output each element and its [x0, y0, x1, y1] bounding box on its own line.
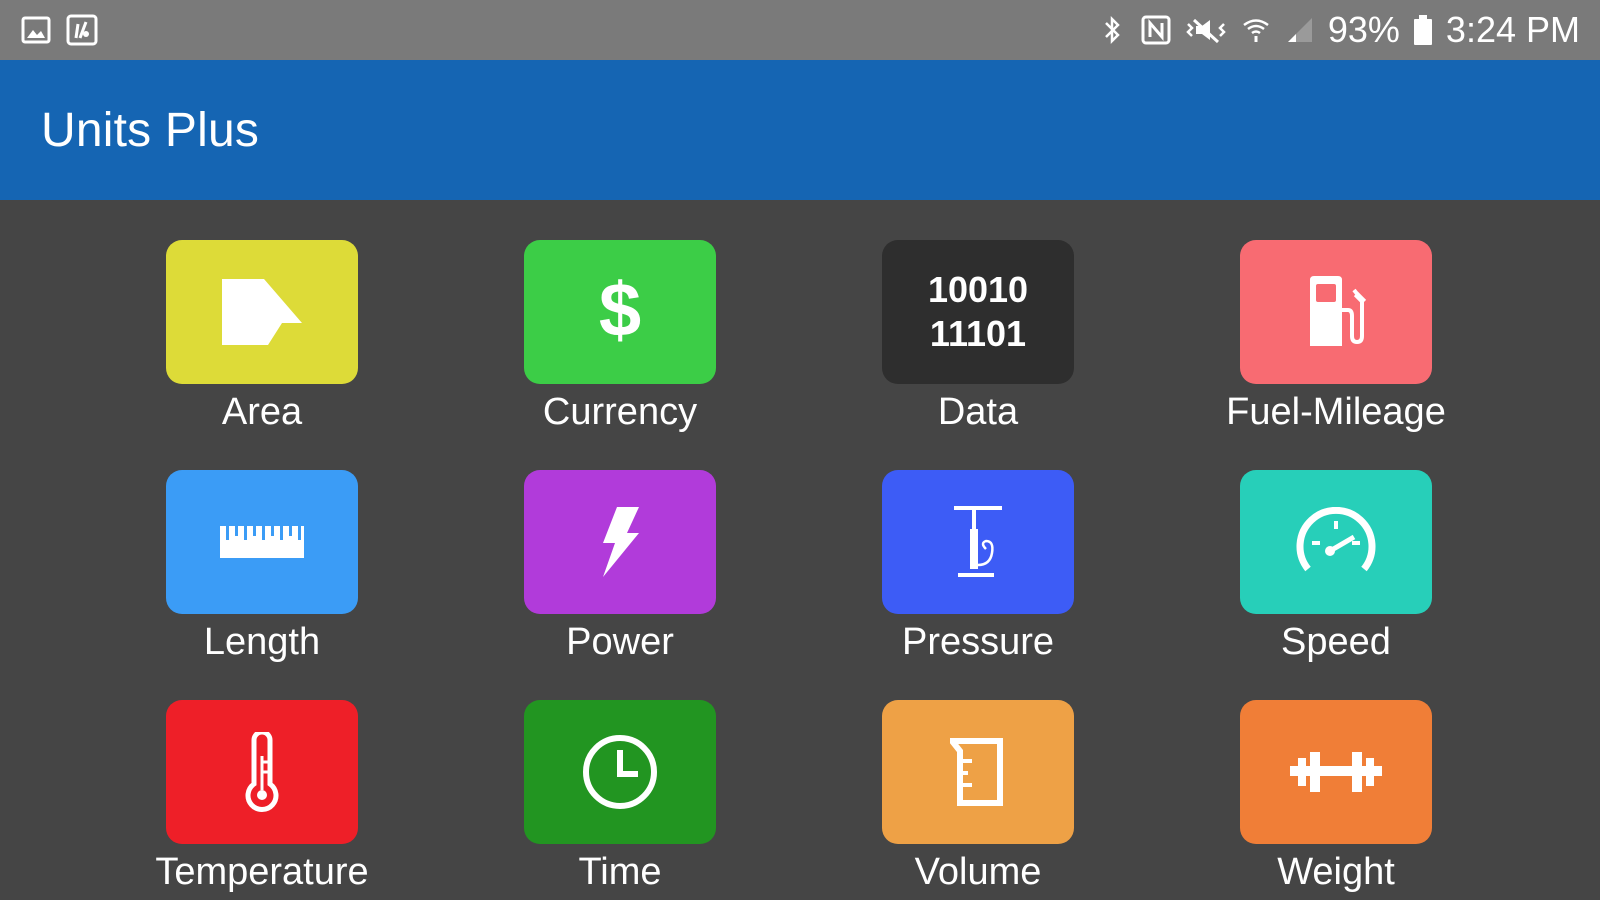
tile-currency[interactable]: $ Currency: [470, 240, 770, 434]
tile-area-label: Area: [221, 391, 303, 433]
status-left: [20, 14, 98, 46]
speedometer-icon: [1294, 507, 1378, 577]
app-title: Units Plus: [41, 103, 260, 157]
tile-time-box[interactable]: [524, 700, 716, 844]
tile-temperature-box[interactable]: [166, 700, 358, 844]
tile-time-label: Time: [578, 851, 662, 893]
tile-temperature-label: Temperature: [155, 851, 369, 893]
tile-power[interactable]: Power: [470, 470, 770, 664]
clock-time: 3:24 PM: [1445, 9, 1580, 50]
dumbbell-icon: [1288, 750, 1384, 794]
tile-fuel-mileage[interactable]: Fuel-Mileage: [1186, 240, 1486, 434]
tile-area[interactable]: Area: [112, 240, 412, 434]
tile-speed-label: Speed: [1281, 621, 1391, 663]
tile-currency-box[interactable]: $: [524, 240, 716, 384]
lightning-icon: [599, 507, 641, 577]
tile-pressure-label: Pressure: [901, 621, 1055, 663]
signal-icon: [1284, 14, 1316, 46]
category-grid: Area $ Currency 10010 11101 Data Fuel-Mi…: [0, 200, 1600, 900]
ruler-icon: [218, 524, 306, 560]
gallery-icon: [20, 14, 52, 46]
tile-data-label: Data: [937, 391, 1019, 433]
tile-temperature[interactable]: Temperature: [112, 700, 412, 894]
binary-line-1: 10010: [927, 269, 1029, 310]
tile-speed-box[interactable]: [1240, 470, 1432, 614]
tile-currency-label: Currency: [542, 391, 698, 433]
battery-percent: 93%: [1327, 9, 1400, 50]
vibrate-icon: [1184, 14, 1228, 46]
tile-data[interactable]: 10010 11101 Data: [828, 240, 1128, 434]
tile-power-box[interactable]: [524, 470, 716, 614]
beaker-icon: [950, 737, 1006, 807]
tile-volume-label: Volume: [914, 851, 1042, 893]
tile-fuel-mileage-label: Fuel-Mileage: [1226, 391, 1446, 433]
tile-volume[interactable]: Volume: [828, 700, 1128, 894]
tile-volume-box[interactable]: [882, 700, 1074, 844]
thermometer-icon: [242, 732, 282, 812]
tile-power-label: Power: [566, 621, 674, 663]
binary-line-2: 11101: [929, 313, 1027, 354]
tile-data-box[interactable]: 10010 11101: [882, 240, 1074, 384]
tile-weight-label: Weight: [1277, 851, 1395, 893]
status-right: 93% 3:24 PM: [1096, 9, 1580, 51]
tile-pressure-box[interactable]: [882, 470, 1074, 614]
binary-icon: 10010 11101: [928, 268, 1028, 356]
tile-area-box[interactable]: [166, 240, 358, 384]
tile-pressure[interactable]: Pressure: [828, 470, 1128, 664]
nfc-icon: [1140, 14, 1172, 46]
status-bar: 93% 3:24 PM: [0, 0, 1600, 60]
tile-fuel-mileage-box[interactable]: [1240, 240, 1432, 384]
svg-text:$: $: [599, 274, 641, 350]
tile-length[interactable]: Length: [112, 470, 412, 664]
tile-length-label: Length: [203, 621, 321, 663]
tile-speed[interactable]: Speed: [1186, 470, 1486, 664]
area-icon: [220, 277, 304, 347]
tile-weight-box[interactable]: [1240, 700, 1432, 844]
clock-icon: [580, 732, 660, 812]
clipboard-icon: [66, 14, 98, 46]
wifi-icon: [1240, 14, 1272, 46]
tile-weight[interactable]: Weight: [1186, 700, 1486, 894]
battery-icon: [1412, 14, 1434, 46]
tile-time[interactable]: Time: [470, 700, 770, 894]
pump-icon: [950, 505, 1006, 579]
bluetooth-icon: [1096, 14, 1128, 46]
fuel-pump-icon: [1304, 276, 1368, 348]
dollar-icon: $: [595, 274, 645, 350]
tile-length-box[interactable]: [166, 470, 358, 614]
app-bar: Units Plus: [0, 60, 1600, 200]
